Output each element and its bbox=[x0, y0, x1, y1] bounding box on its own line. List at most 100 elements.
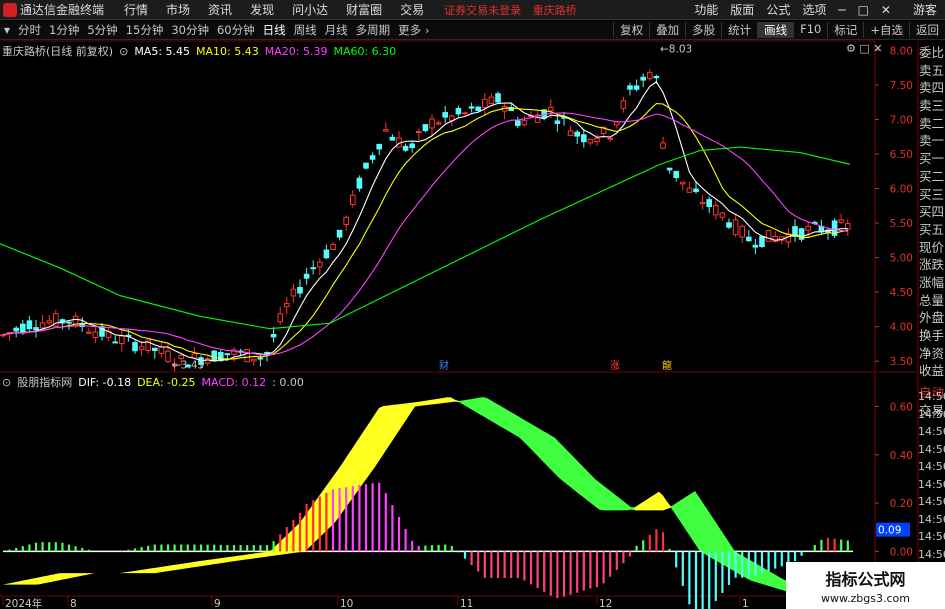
macd-ribbon-segment bbox=[11, 582, 15, 585]
candle-body bbox=[389, 136, 396, 141]
macd-ribbon-segment bbox=[131, 570, 135, 574]
sidebar-item-16[interactable]: 换手 bbox=[918, 327, 945, 345]
macd-gear-icon[interactable]: ⊙ bbox=[2, 376, 11, 389]
macd-ribbon-segment bbox=[575, 458, 579, 494]
candle-body bbox=[607, 137, 614, 140]
macd-ribbon-segment bbox=[207, 559, 211, 566]
sidebar-item-14[interactable]: 总量 bbox=[918, 292, 945, 310]
macd-ribbon-segment bbox=[415, 401, 419, 407]
macd-ribbon-segment bbox=[443, 397, 447, 404]
candle-body bbox=[356, 177, 363, 189]
macd-ribbon-segment bbox=[691, 491, 695, 544]
candle-body bbox=[620, 100, 627, 109]
macd-ribbon-segment bbox=[67, 573, 71, 579]
sidebar-item-9[interactable]: 买四 bbox=[918, 203, 945, 221]
sidebar-item-3[interactable]: 卖三 bbox=[918, 97, 945, 115]
macd-ribbon-segment bbox=[627, 504, 631, 511]
price-tick-label: 8.00 bbox=[890, 45, 913, 57]
price-tick-label: 4.00 bbox=[890, 322, 913, 334]
macd-ribbon-segment bbox=[731, 545, 735, 572]
macd-ribbon-segment bbox=[411, 402, 415, 413]
macd-ribbon-segment bbox=[491, 400, 495, 424]
chart-canvas[interactable]: 8.00 7.50 7.00 6.50 6.00 5.50 5.00 4.50 4.00 3.50… bbox=[0, 0, 945, 609]
tick-time-7: 14:56 bbox=[918, 512, 945, 526]
macd-ribbon-segment bbox=[455, 399, 459, 403]
candle-body bbox=[680, 181, 686, 185]
macd-ribbon-segment bbox=[375, 407, 379, 467]
macd-ribbon-segment bbox=[179, 563, 183, 570]
ma10-line bbox=[2, 102, 848, 360]
sidebar-item-10[interactable]: 买五 bbox=[918, 221, 945, 239]
price-tick-label: 5.00 bbox=[890, 253, 913, 265]
macd-ribbon-segment bbox=[703, 503, 707, 556]
dif-value: DIF: -0.18 bbox=[78, 375, 132, 389]
candle-body bbox=[26, 320, 33, 330]
sidebar-item-5[interactable]: 卖一 bbox=[918, 132, 945, 150]
macd-ribbon-segment bbox=[679, 498, 683, 526]
settings-gear-icon[interactable]: ⊙ bbox=[119, 45, 128, 58]
sidebar-item-2[interactable]: 卖四 bbox=[918, 79, 945, 97]
candle-body bbox=[244, 348, 250, 363]
macd-ribbon-segment bbox=[135, 570, 139, 574]
candle-body bbox=[627, 85, 633, 90]
sidebar-item-15[interactable]: 外盘 bbox=[918, 309, 945, 327]
macd-ribbon-segment bbox=[395, 404, 399, 437]
sidebar-item-12[interactable]: 涨跌 bbox=[918, 256, 945, 274]
candle-body bbox=[746, 236, 752, 242]
price-tick-label: 6.00 bbox=[890, 184, 913, 196]
sidebar-item-17[interactable]: 净资 bbox=[918, 345, 945, 363]
candle-body bbox=[495, 93, 501, 103]
macd-ribbon-segment bbox=[683, 496, 687, 532]
candle-body bbox=[706, 199, 713, 208]
sidebar-item-18[interactable]: 收益 bbox=[918, 362, 945, 380]
sidebar-item-1[interactable]: 卖五 bbox=[918, 62, 945, 80]
sidebar-item-6[interactable]: 买一 bbox=[918, 150, 945, 168]
sidebar-item-13[interactable]: 涨幅 bbox=[918, 274, 945, 292]
candle-body bbox=[277, 313, 283, 323]
event-marker-long: 龍 bbox=[662, 359, 672, 372]
candle-body bbox=[435, 122, 442, 125]
macd-ribbon-segment bbox=[643, 499, 647, 511]
chart-settings-icon[interactable]: ⚙ □ ✕ bbox=[846, 42, 882, 55]
macd-ribbon-segment bbox=[767, 569, 771, 587]
macd-ribbon-segment bbox=[403, 403, 407, 425]
sidebar-item-7[interactable]: 买二 bbox=[918, 168, 945, 186]
macd-ribbon-segment bbox=[315, 496, 319, 542]
candle-body bbox=[640, 76, 647, 81]
macd-ribbon-segment bbox=[515, 414, 519, 438]
candle-body bbox=[270, 333, 277, 338]
candle-body bbox=[211, 350, 217, 362]
candle-body bbox=[468, 106, 475, 109]
x-axis-label: 9 bbox=[214, 598, 221, 609]
candle-body bbox=[699, 201, 706, 205]
macd-ribbon-segment bbox=[655, 491, 659, 511]
macd-ribbon-segment bbox=[127, 571, 131, 574]
macd-tick-label: 0.40 bbox=[890, 450, 913, 462]
macd-ribbon-segment bbox=[371, 414, 375, 473]
macd-ribbon-segment bbox=[571, 454, 575, 491]
macd-ribbon-segment bbox=[251, 553, 255, 559]
ma5-value: MA5: 5.45 bbox=[134, 44, 191, 58]
watermark-url: www.zbgs3.com bbox=[821, 592, 910, 605]
candle-body bbox=[46, 320, 53, 324]
candle-body bbox=[132, 342, 138, 352]
macd-ribbon-segment bbox=[659, 491, 663, 511]
candle-body bbox=[574, 131, 581, 137]
macd-ribbon-segment bbox=[499, 405, 503, 428]
candle-body bbox=[614, 121, 620, 126]
macd-ribbon-segment bbox=[163, 566, 167, 572]
macd-ribbon-segment bbox=[239, 555, 243, 561]
candle-body bbox=[587, 138, 594, 144]
macd-ribbon-segment bbox=[155, 567, 159, 574]
candle-body bbox=[376, 143, 382, 150]
macd-ribbon-segment bbox=[247, 553, 251, 560]
tick-time-9: 14:56 bbox=[918, 547, 945, 561]
sidebar-item-4[interactable]: 卖二 bbox=[918, 115, 945, 133]
candle-body bbox=[633, 85, 640, 90]
sidebar-item-0[interactable]: 委比 bbox=[918, 44, 945, 62]
candle-body bbox=[666, 167, 673, 171]
candle-body bbox=[13, 327, 19, 332]
candle-body bbox=[455, 108, 462, 115]
sidebar-item-11[interactable]: 现价 bbox=[918, 239, 945, 257]
sidebar-item-8[interactable]: 买三 bbox=[918, 186, 945, 204]
